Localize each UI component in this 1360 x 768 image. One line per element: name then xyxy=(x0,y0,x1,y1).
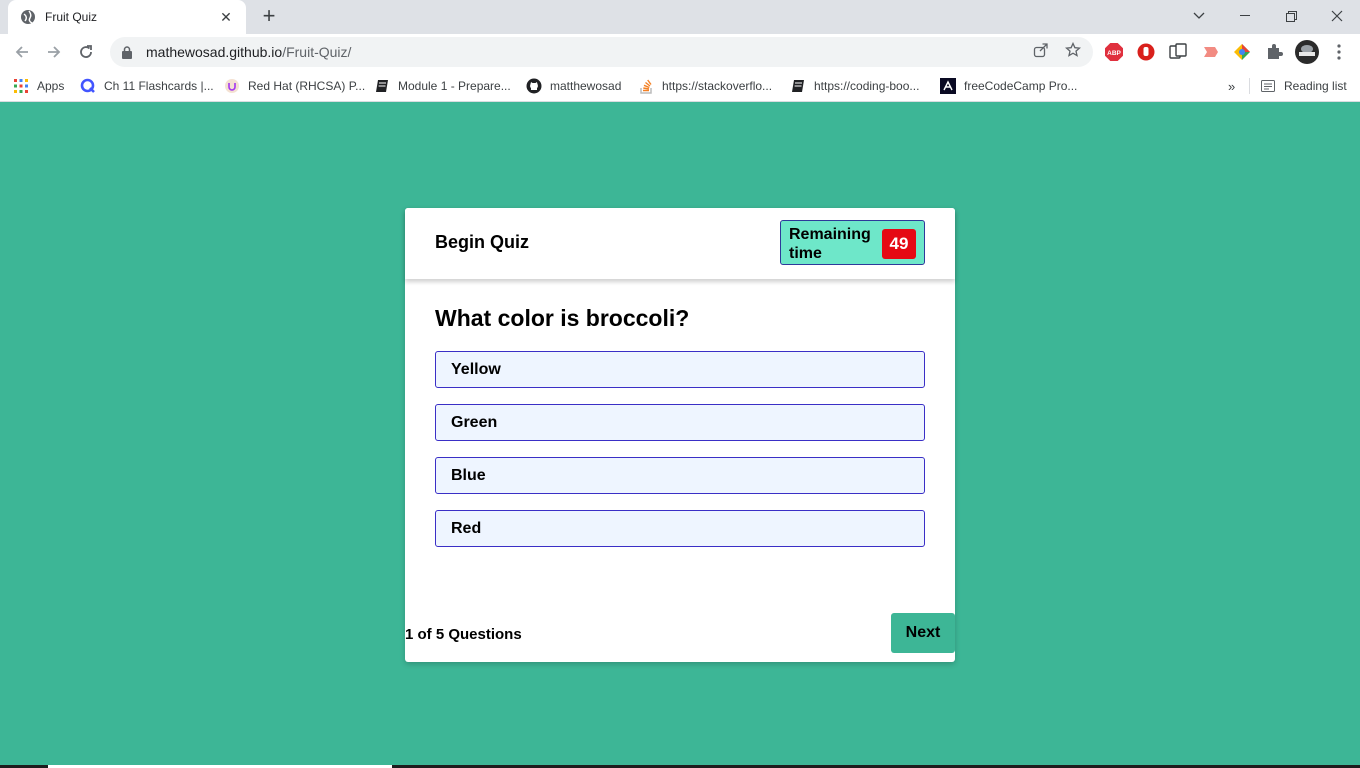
quiz-header: Begin Quiz Remaining time 49 xyxy=(405,208,955,279)
bookmarks-bar: Apps Ch 11 Flashcards |... Red Hat (RHCS… xyxy=(0,70,1360,102)
kebab-menu-icon[interactable] xyxy=(1329,42,1349,62)
bookmark-apps[interactable]: Apps xyxy=(13,76,64,96)
url-path: /Fruit-Quiz/ xyxy=(282,44,352,60)
translate-icon[interactable] xyxy=(1168,42,1188,62)
bookmark-label: freeCodeCamp Pro... xyxy=(964,79,1078,93)
forward-arrow-icon[interactable] xyxy=(42,40,66,64)
book-icon xyxy=(790,78,806,94)
reading-list-icon xyxy=(1260,78,1276,94)
more-bookmarks-chevron-icon[interactable]: » xyxy=(1228,76,1235,96)
answer-option-green[interactable]: Green xyxy=(435,404,925,441)
close-tab-icon[interactable]: ✕ xyxy=(218,9,234,25)
bookmark-github[interactable]: matthewosad xyxy=(526,76,621,96)
answer-option-red[interactable]: Red xyxy=(435,510,925,547)
minimize-icon[interactable] xyxy=(1222,0,1268,32)
bookmark-quizlet[interactable]: Ch 11 Flashcards |... xyxy=(80,76,214,96)
bookmark-label: matthewosad xyxy=(550,79,622,93)
bookmark-stackoverflow[interactable]: https://stackoverflo... xyxy=(638,76,772,96)
restore-icon[interactable] xyxy=(1268,0,1314,32)
puzzle-icon[interactable] xyxy=(1264,42,1284,62)
stop-icon[interactable] xyxy=(1136,42,1156,62)
svg-text:ABP: ABP xyxy=(1107,50,1121,57)
bookmark-label: https://stackoverflo... xyxy=(662,79,773,93)
apps-grid-icon xyxy=(13,78,29,94)
quiz-title: Begin Quiz xyxy=(435,232,529,252)
bookmarks-divider xyxy=(1249,78,1250,94)
remaining-time-label: Remaining time xyxy=(789,226,871,262)
globe-icon xyxy=(20,9,36,25)
bookmark-label: Ch 11 Flashcards |... xyxy=(104,79,214,93)
answer-option-blue[interactable]: Blue xyxy=(435,457,925,494)
back-arrow-icon[interactable] xyxy=(10,40,34,64)
browser-toolbar: mathewosad.github.io/Fruit-Quiz/ ABP xyxy=(0,34,1360,70)
next-button[interactable]: Next xyxy=(891,613,955,653)
github-icon xyxy=(526,78,542,94)
reading-list-button[interactable]: Reading list xyxy=(1260,76,1347,96)
tab-title: Fruit Quiz xyxy=(45,10,98,24)
address-bar[interactable]: mathewosad.github.io/Fruit-Quiz/ xyxy=(110,37,1093,67)
book-icon xyxy=(374,78,390,94)
chrome-color-icon[interactable] xyxy=(1232,42,1252,62)
remaining-time-box: Remaining time 49 xyxy=(780,220,925,265)
browser-tabstrip: Fruit Quiz ✕ + xyxy=(0,0,1360,34)
freecodecamp-icon xyxy=(940,78,956,94)
question-counter: 1 of 5 Questions xyxy=(405,626,522,643)
bookmark-label: Module 1 - Prepare... xyxy=(398,79,511,93)
browser-tab[interactable]: Fruit Quiz ✕ xyxy=(8,0,246,34)
bookmark-label: Red Hat (RHCSA) P... xyxy=(248,79,366,93)
cast-icon[interactable] xyxy=(1200,42,1220,62)
udemy-icon xyxy=(224,78,240,94)
url-host: mathewosad.github.io xyxy=(146,44,283,60)
bookmark-module[interactable]: Module 1 - Prepare... xyxy=(374,76,511,96)
abp-icon[interactable]: ABP xyxy=(1104,42,1124,62)
quizlet-icon xyxy=(80,78,96,94)
quiz-card: Begin Quiz Remaining time 49 What color … xyxy=(405,208,955,662)
bookmark-freecodecamp[interactable]: freeCodeCamp Pro... xyxy=(940,76,1077,96)
bookmark-redhat[interactable]: Red Hat (RHCSA) P... xyxy=(224,76,365,96)
close-window-icon[interactable] xyxy=(1314,0,1360,32)
reading-list-label: Reading list xyxy=(1284,79,1347,93)
answer-option-yellow[interactable]: Yellow xyxy=(435,351,925,388)
star-bookmark-icon[interactable] xyxy=(1064,41,1082,59)
profile-avatar-icon[interactable] xyxy=(1295,40,1319,64)
share-icon[interactable] xyxy=(1032,41,1050,59)
bookmark-label: Apps xyxy=(37,79,65,93)
tab-search-chevron-icon[interactable] xyxy=(1176,0,1222,32)
question-text: What color is broccoli? xyxy=(435,305,690,331)
bookmark-coding-boot[interactable]: https://coding-boo... xyxy=(790,76,919,96)
url-text: mathewosad.github.io/Fruit-Quiz/ xyxy=(146,44,351,60)
bookmark-label: https://coding-boo... xyxy=(814,79,920,93)
stackoverflow-icon xyxy=(638,78,654,94)
remaining-time-value: 49 xyxy=(882,229,916,259)
reload-icon[interactable] xyxy=(74,40,98,64)
new-tab-icon[interactable]: + xyxy=(258,5,280,28)
lock-icon[interactable] xyxy=(120,45,134,59)
